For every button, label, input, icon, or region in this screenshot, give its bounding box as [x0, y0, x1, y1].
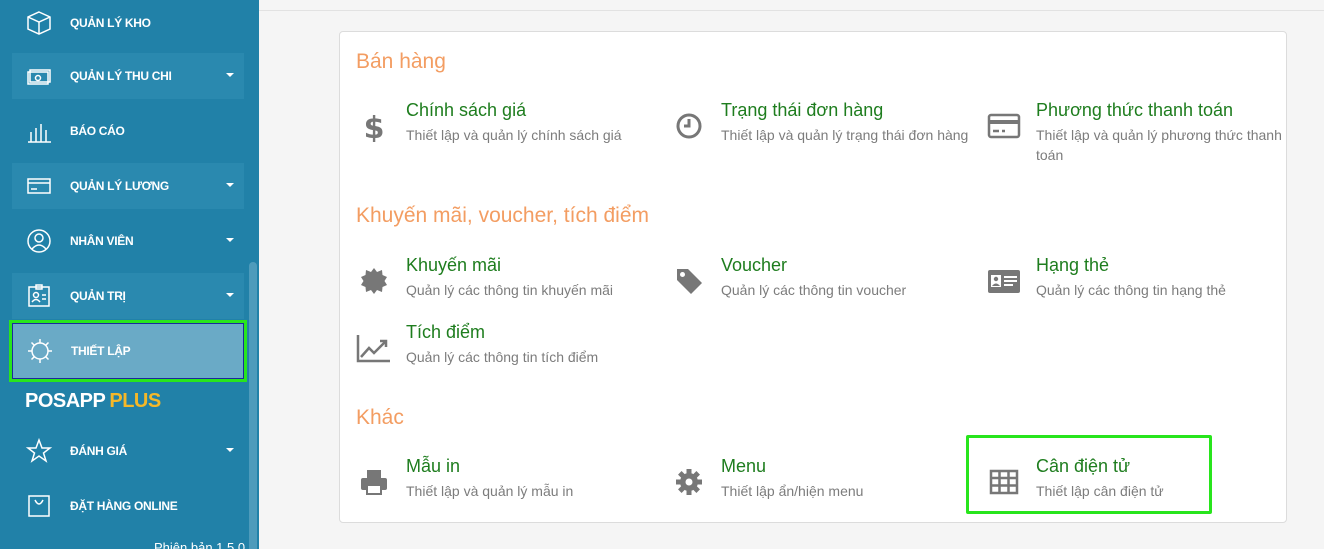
card-tich-diem[interactable]: Tích điểm Quản lý các thông tin tích điể…: [356, 322, 656, 392]
card-title: Phương thức thanh toán: [1036, 100, 1234, 120]
sidebar: QUẢN LÝ KHO QUẢN LÝ THU CHI BÁO CÁO QUẢN…: [0, 0, 259, 549]
sidebar-item-label: THIẾT LẬP: [71, 344, 131, 358]
section-title-ban-hang: Bán hàng: [356, 50, 446, 73]
card-description: Thiết lập và quản lý chính sách giá: [406, 127, 622, 143]
card-title: Chính sách giá: [406, 100, 527, 120]
sidebar-item-quan-ly-thu-chi[interactable]: QUẢN LÝ THU CHI: [12, 53, 244, 99]
sidebar-item-label: ĐẶT HÀNG ONLINE: [70, 499, 178, 513]
chevron-down-icon: [226, 238, 234, 242]
gear-icon: [25, 336, 55, 366]
card-description: Quản lý các thông tin tích điểm: [406, 349, 599, 365]
card-phuong-thuc-thanh-toan[interactable]: Phương thức thanh toán Thiết lập và quản…: [986, 100, 1286, 170]
badge-icon: [356, 263, 392, 299]
sidebar-item-dat-hang-online[interactable]: ĐẶT HÀNG ONLINE: [12, 483, 244, 529]
header-divider: [259, 10, 1324, 11]
card-description: Thiết lập ẩn/hiện menu: [721, 483, 864, 499]
id-badge-icon: [24, 281, 54, 311]
sidebar-item-label: NHÂN VIÊN: [70, 234, 134, 248]
chevron-down-icon: [226, 448, 234, 452]
card-title: Tích điểm: [406, 322, 486, 342]
card-description: Quản lý các thông tin hạng thẻ: [1036, 282, 1226, 298]
chevron-down-icon: [226, 73, 234, 77]
sidebar-item-quan-tri[interactable]: QUẢN TRỊ: [12, 273, 244, 319]
bag-icon: [24, 491, 54, 521]
user-icon: [24, 226, 54, 256]
sidebar-item-label: BÁO CÁO: [70, 124, 125, 138]
section-title-khac: Khác: [356, 406, 404, 429]
clock-icon: [671, 108, 707, 144]
sidebar-item-label: QUẢN LÝ THU CHI: [70, 69, 172, 83]
sidebar-item-quan-ly-luong[interactable]: QUẢN LÝ LƯƠNG: [12, 163, 244, 209]
card-mau-in[interactable]: Mẫu in Thiết lập và quản lý mẫu in: [356, 456, 656, 526]
chevron-down-icon: [226, 293, 234, 297]
card-title: Voucher: [721, 255, 788, 275]
trend-icon: [356, 330, 392, 366]
card-description: Thiết lập và quản lý trạng thái đơn hàng: [721, 127, 969, 143]
sidebar-item-quan-ly-kho[interactable]: QUẢN LÝ KHO: [12, 0, 244, 46]
printer-icon: [356, 464, 392, 500]
card-description: Quản lý các thông tin voucher: [721, 282, 907, 298]
card-title: Mẫu in: [406, 456, 461, 476]
card-icon: [24, 171, 54, 201]
section-title-khuyen-mai: Khuyến mãi, voucher, tích điểm: [356, 204, 649, 227]
card-title: Hạng thẻ: [1036, 255, 1110, 275]
sidebar-item-label: QUẢN TRỊ: [70, 289, 126, 303]
sidebar-item-label: QUẢN LÝ LƯƠNG: [70, 179, 169, 193]
dollar-icon: $: [356, 108, 392, 144]
card-trang-thai-don-hang[interactable]: Trạng thái đơn hàng Thiết lập và quản lý…: [671, 100, 971, 170]
card-description: Thiết lập và quản lý phương thức thanh t…: [1036, 127, 1282, 163]
card-voucher[interactable]: Voucher Quản lý các thông tin voucher: [671, 255, 971, 325]
brand-part-1: POSAPP: [25, 390, 106, 412]
card-title: Menu: [721, 456, 767, 476]
card-hang-the[interactable]: Hạng thẻ Quản lý các thông tin hạng thẻ: [986, 255, 1286, 325]
card-khuyen-mai[interactable]: Khuyến mãi Quản lý các thông tin khuyến …: [356, 255, 656, 325]
bar-chart-icon: [24, 116, 54, 146]
svg-text:$: $: [364, 111, 385, 142]
money-icon: [24, 61, 54, 91]
sidebar-item-nhan-vien[interactable]: NHÂN VIÊN: [12, 218, 244, 264]
brand-part-2: PLUS: [109, 390, 161, 412]
sidebar-scrollbar[interactable]: [249, 262, 257, 549]
sidebar-item-bao-cao[interactable]: BÁO CÁO: [12, 108, 244, 154]
highlight-box: [966, 435, 1212, 514]
tag-icon: [671, 263, 707, 299]
sidebar-item-danh-gia[interactable]: ĐÁNH GIÁ: [12, 428, 244, 474]
credit-card-icon: [986, 108, 1022, 144]
brand-logo: POSAPP PLUS: [25, 390, 161, 413]
card-description: Thiết lập và quản lý mẫu in: [406, 483, 574, 499]
card-title: Khuyến mãi: [406, 255, 502, 275]
card-menu[interactable]: Menu Thiết lập ẩn/hiện menu: [671, 456, 971, 526]
card-description: Quản lý các thông tin khuyến mãi: [406, 282, 614, 298]
cog-icon: [671, 464, 707, 500]
sidebar-item-label: ĐÁNH GIÁ: [70, 444, 127, 458]
card-title: Trạng thái đơn hàng: [721, 100, 884, 120]
version-text: Phiên bản 1.5.0: [154, 540, 246, 549]
box-icon: [24, 8, 54, 38]
chevron-down-icon: [226, 183, 234, 187]
sidebar-item-thiet-lap[interactable]: THIẾT LẬP: [9, 320, 247, 382]
card-chinh-sach-gia[interactable]: $ Chính sách giá Thiết lập và quản lý ch…: [356, 100, 656, 170]
star-icon: [24, 436, 54, 466]
sidebar-item-label: QUẢN LÝ KHO: [70, 16, 151, 30]
member-card-icon: [986, 263, 1022, 299]
